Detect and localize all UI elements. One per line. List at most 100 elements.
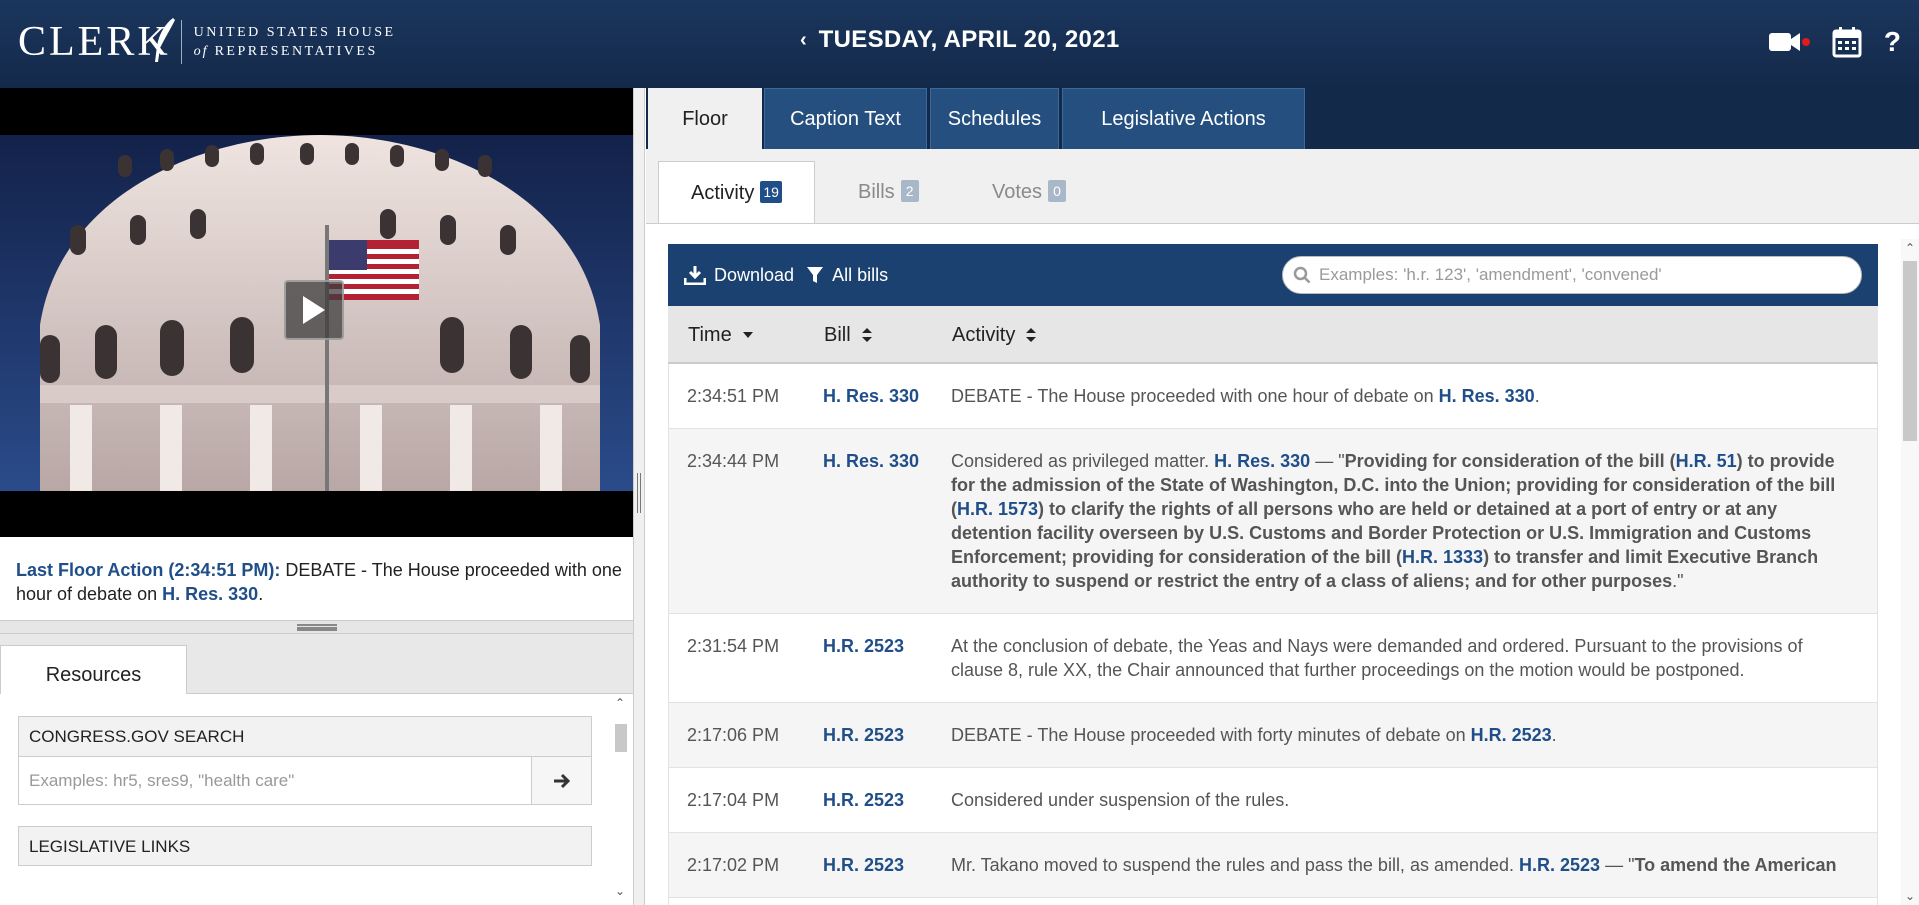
resources-scrollbar[interactable]: ⌃ ⌄ [612, 694, 630, 905]
row-bill-link[interactable]: H.R. 2523 [823, 723, 904, 747]
scroll-thumb[interactable] [615, 724, 627, 752]
congress-search-input[interactable]: Examples: hr5, sres9, "health care" [19, 757, 531, 804]
row-activity: DEBATE - The House proceeded with one ho… [951, 364, 1877, 428]
logo-separator [180, 20, 182, 64]
activity-bill-link[interactable]: H.R. 1333 [1402, 547, 1483, 567]
clerk-logo[interactable]: CLERK UNITED STATES HOUSE of REPRESENTAT… [18, 18, 396, 66]
subtab-votes-label: Votes [992, 181, 1043, 203]
scroll-down-icon[interactable]: ⌄ [1905, 889, 1915, 903]
sort-icon [861, 328, 872, 342]
table-row: 2:17:06 PM H.R. 2523 DEBATE - The House pr… [669, 703, 1877, 768]
activity-content: Download All bills Time Bill [646, 223, 1919, 905]
video-camera-icon[interactable] [1768, 29, 1810, 55]
activity-bold-text: Providing for consideration of the bill … [1344, 451, 1676, 471]
logo-subtitle-of: of [193, 44, 209, 59]
header-icons: ? [1768, 26, 1901, 58]
search-icon [1293, 266, 1311, 284]
last-floor-action: Last Floor Action (2:34:51 PM): DEBATE -… [16, 558, 626, 606]
quill-icon [155, 18, 175, 62]
filter-icon [807, 267, 824, 283]
activity-bill-link[interactable]: H. Res. 330 [1214, 451, 1310, 471]
scroll-up-icon[interactable]: ⌃ [1905, 241, 1915, 255]
activity-count-badge: 19 [760, 181, 782, 203]
logo-subtitle-line1: UNITED STATES HOUSE [193, 25, 396, 40]
activity-table-header: Time Bill Activity [668, 306, 1878, 364]
filter-button[interactable]: All bills [806, 265, 888, 286]
subtab-bills-label: Bills [858, 181, 895, 203]
row-time: 2:34:44 PM [687, 451, 780, 471]
calendar-icon[interactable] [1832, 26, 1862, 58]
activity-search-input[interactable] [1319, 265, 1839, 285]
video-player[interactable] [0, 88, 633, 537]
download-button[interactable]: Download [684, 265, 794, 286]
activity-bill-link[interactable]: H.R. 2523 [1471, 725, 1552, 745]
subtab-votes[interactable]: Votes 0 [960, 161, 1098, 223]
right-panel: Floor Caption Text Schedules Legislative… [646, 88, 1919, 905]
row-bill-link[interactable]: H.R. 2523 [823, 634, 904, 658]
current-date[interactable]: TUESDAY, APRIL 20, 2021 [819, 26, 1120, 54]
activity-bill-link[interactable]: H. Res. 330 [1439, 386, 1535, 406]
play-icon [303, 296, 325, 324]
table-row: 2:17:02 PM H.R. 2523 Mr. Takano moved to s… [669, 833, 1877, 898]
row-bill-link[interactable]: H.R. 2523 [823, 788, 904, 812]
arrow-right-icon [553, 773, 570, 788]
logo-subtitle-reps: REPRESENTATIVES [214, 44, 378, 59]
bills-count-badge: 2 [900, 180, 919, 202]
congress-search-box: CONGRESS.GOV SEARCH Examples: hr5, sres9… [18, 716, 592, 805]
row-bill-link[interactable]: H. Res. 330 [823, 384, 919, 408]
column-activity[interactable]: Activity [952, 306, 1037, 364]
activity-bill-link[interactable]: H.R. 51 [1676, 451, 1737, 471]
download-icon [684, 266, 706, 285]
row-activity: Considered under suspension of the rules… [951, 768, 1877, 832]
logo-wordmark: CLERK [18, 19, 171, 65]
horizontal-resize-handle[interactable] [0, 620, 633, 634]
tab-caption-text[interactable]: Caption Text [764, 88, 927, 149]
activity-toolbar: Download All bills [668, 244, 1878, 306]
row-activity: Considered as privileged matter. H. Res.… [951, 429, 1877, 613]
column-bill[interactable]: Bill [824, 306, 873, 364]
column-activity-label: Activity [952, 324, 1016, 346]
column-time[interactable]: Time [688, 306, 754, 364]
scroll-thumb[interactable] [1903, 261, 1917, 441]
activity-table-body: 2:34:51 PM H. Res. 330 DEBATE - The House … [668, 364, 1878, 905]
scroll-down-icon[interactable]: ⌄ [615, 884, 625, 898]
left-panel: Last Floor Action (2:34:51 PM): DEBATE -… [0, 88, 633, 905]
table-row: 2:17:04 PM H.R. 2523 Considered under susp… [669, 768, 1877, 833]
row-activity: Mr. Takano moved to suspend the rules an… [951, 833, 1877, 897]
congress-search-title: CONGRESS.GOV SEARCH [19, 717, 591, 757]
tab-legislative-actions[interactable]: Legislative Actions [1062, 88, 1305, 149]
votes-count-badge: 0 [1048, 180, 1067, 202]
chevron-left-icon[interactable]: ‹ [800, 29, 807, 52]
last-action-bill-link[interactable]: H. Res. 330 [162, 584, 258, 604]
sort-desc-icon [742, 332, 753, 338]
help-icon[interactable]: ? [1884, 26, 1901, 58]
activity-scrollbar[interactable]: ⌃ ⌄ [1901, 239, 1919, 905]
date-navigator: ‹ TUESDAY, APRIL 20, 2021 [800, 26, 1120, 54]
resources-tabbar: Resources [0, 634, 633, 708]
download-label: Download [714, 264, 795, 285]
subtab-activity[interactable]: Activity 19 [658, 161, 815, 223]
legislative-links-header[interactable]: LEGISLATIVE LINKS [18, 826, 592, 866]
tab-schedules[interactable]: Schedules [930, 88, 1059, 149]
activity-bill-link[interactable]: H.R. 2523 [1519, 855, 1600, 875]
activity-text: — " [1310, 451, 1345, 471]
activity-bill-link[interactable]: H.R. 1573 [957, 499, 1038, 519]
subtab-bills[interactable]: Bills 2 [826, 161, 951, 223]
row-bill-link[interactable]: H. Res. 330 [823, 449, 919, 473]
row-bill-link[interactable]: H.R. 2523 [823, 853, 904, 877]
grip-icon [296, 623, 337, 631]
row-time: 2:17:02 PM [687, 855, 780, 875]
tab-floor[interactable]: Floor [648, 88, 762, 149]
activity-search [1282, 256, 1862, 294]
resources-panel: CONGRESS.GOV SEARCH Examples: hr5, sres9… [0, 694, 633, 905]
congress-search-button[interactable] [531, 757, 591, 804]
activity-text: Mr. Takano moved to suspend the rules an… [951, 855, 1520, 875]
row-time: 2:34:51 PM [687, 386, 780, 406]
vertical-resize-handle[interactable] [633, 88, 645, 905]
play-button[interactable] [284, 280, 344, 340]
filter-label: All bills [832, 264, 889, 285]
scroll-up-icon[interactable]: ⌃ [615, 696, 625, 710]
activity-bold-text: To amend the American [1634, 855, 1837, 875]
table-row: 2:31:54 PM H.R. 2523 At the conclusion of … [669, 614, 1877, 703]
row-time: 2:31:54 PM [687, 636, 780, 656]
